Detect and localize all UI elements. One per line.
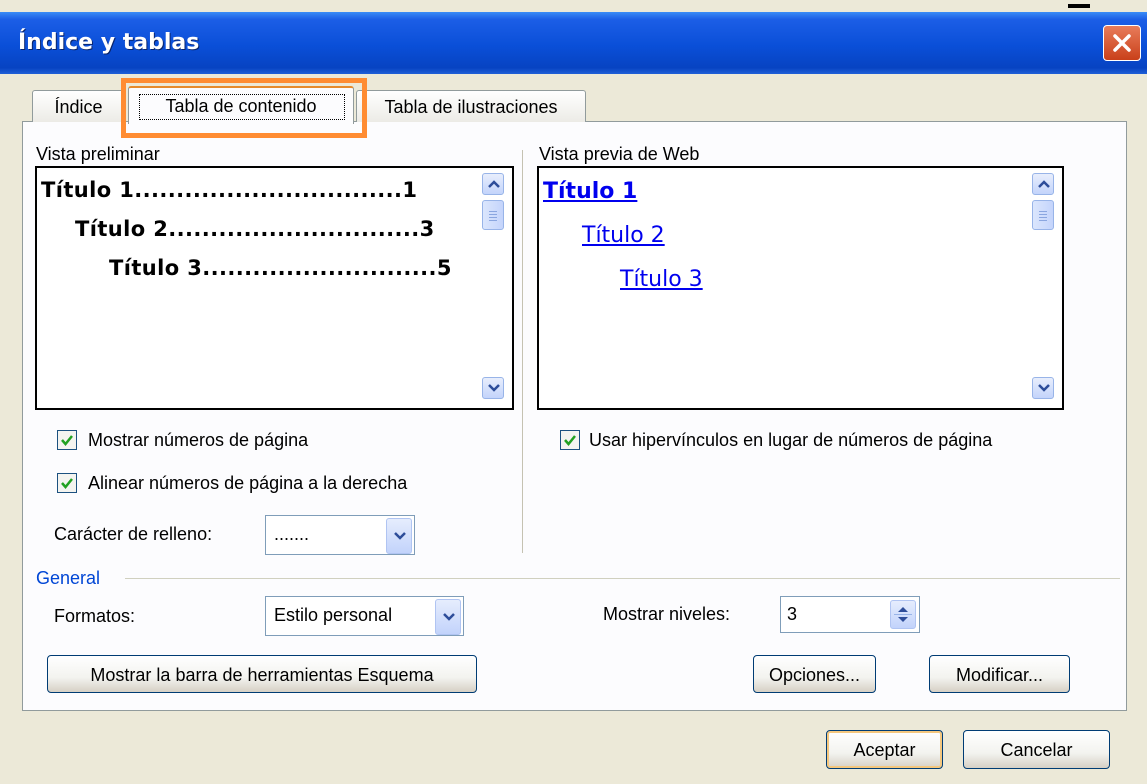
cancel-button[interactable]: Cancelar (963, 730, 1110, 769)
show-page-numbers-label[interactable]: Mostrar números de página (88, 430, 308, 451)
tab-label: Índice (54, 97, 103, 117)
scroll-up-button[interactable] (482, 173, 504, 195)
button-label: Mostrar la barra de herramientas Esquema (90, 665, 434, 685)
chevron-up-icon (488, 180, 500, 188)
toc-line: Título 3............................5 (109, 256, 452, 280)
print-preview-label: Vista preliminar (36, 144, 160, 164)
ok-button[interactable]: Aceptar (826, 730, 943, 769)
tab-tabla-de-ilustraciones[interactable]: Tabla de ilustraciones (356, 90, 586, 122)
align-right-label[interactable]: Alinear números de página a la derecha (88, 473, 407, 494)
show-page-numbers-checkbox[interactable] (57, 430, 77, 450)
button-label: Aceptar (853, 740, 916, 760)
spin-arrows-icon (894, 607, 912, 622)
chevron-down-icon (394, 532, 406, 540)
scroll-down-button[interactable] (1032, 377, 1054, 399)
check-icon (564, 435, 576, 446)
background-fragment (1068, 4, 1090, 8)
close-button[interactable] (1103, 25, 1141, 61)
show-outline-toolbar-button[interactable]: Mostrar la barra de herramientas Esquema (47, 655, 477, 693)
use-hyperlinks-label[interactable]: Usar hipervínculos en lugar de números d… (589, 430, 992, 451)
use-hyperlinks-checkbox[interactable] (560, 430, 580, 450)
dropdown-button[interactable] (386, 518, 412, 554)
formats-label: Formatos: (54, 606, 136, 626)
web-link-titulo-2[interactable]: Título 2 (582, 223, 665, 248)
web-preview-box: Título 1 Título 2 Título 3 (537, 166, 1064, 410)
highlight-box (121, 78, 367, 138)
print-preview-box: Título 1................................… (35, 166, 514, 410)
scroll-up-button[interactable] (1032, 173, 1054, 195)
toc-line: Título 2..............................3 (75, 217, 435, 241)
show-levels-spinner[interactable]: 3 (780, 596, 920, 633)
column-divider (522, 150, 523, 553)
formats-value: Estilo personal (274, 605, 393, 625)
options-button[interactable]: Opciones... (753, 655, 876, 693)
dialog-title: Índice y tablas (18, 30, 200, 55)
close-icon (1113, 34, 1131, 52)
tab-indice[interactable]: Índice (32, 90, 125, 122)
vertical-scrollbar[interactable] (1028, 168, 1058, 404)
tab-leader-label: Carácter de relleno: (54, 524, 213, 544)
dropdown-button[interactable] (435, 599, 461, 635)
chevron-up-icon (1038, 180, 1050, 188)
chevron-down-icon (488, 384, 500, 392)
align-right-checkbox[interactable] (57, 473, 77, 493)
check-icon (61, 435, 73, 446)
web-preview-label: Vista previa de Web (539, 144, 700, 164)
chevron-down-icon (1038, 384, 1050, 392)
modify-button[interactable]: Modificar... (929, 655, 1070, 693)
show-levels-label: Mostrar niveles: (603, 604, 731, 624)
scroll-thumb[interactable] (482, 200, 504, 230)
tab-label: Tabla de ilustraciones (384, 97, 558, 117)
toc-line: Título 1................................… (41, 178, 418, 202)
general-group-label: General (36, 568, 101, 588)
check-icon (61, 478, 73, 489)
web-link-titulo-1[interactable]: Título 1 (543, 179, 637, 204)
show-levels-value: 3 (787, 604, 798, 624)
button-label: Cancelar (1000, 740, 1073, 760)
scroll-thumb[interactable] (1032, 200, 1054, 230)
group-separator (125, 578, 1120, 579)
button-label: Opciones... (768, 665, 861, 685)
scroll-down-button[interactable] (482, 377, 504, 399)
button-label: Modificar... (955, 665, 1044, 685)
tab-leader-select[interactable]: ....... (265, 515, 415, 555)
web-link-titulo-3[interactable]: Título 3 (620, 267, 703, 292)
spin-buttons[interactable] (890, 600, 916, 629)
vertical-scrollbar[interactable] (478, 168, 508, 404)
formats-select[interactable]: Estilo personal (265, 596, 464, 636)
chevron-down-icon (443, 613, 455, 621)
tab-leader-value: ....... (274, 524, 310, 544)
